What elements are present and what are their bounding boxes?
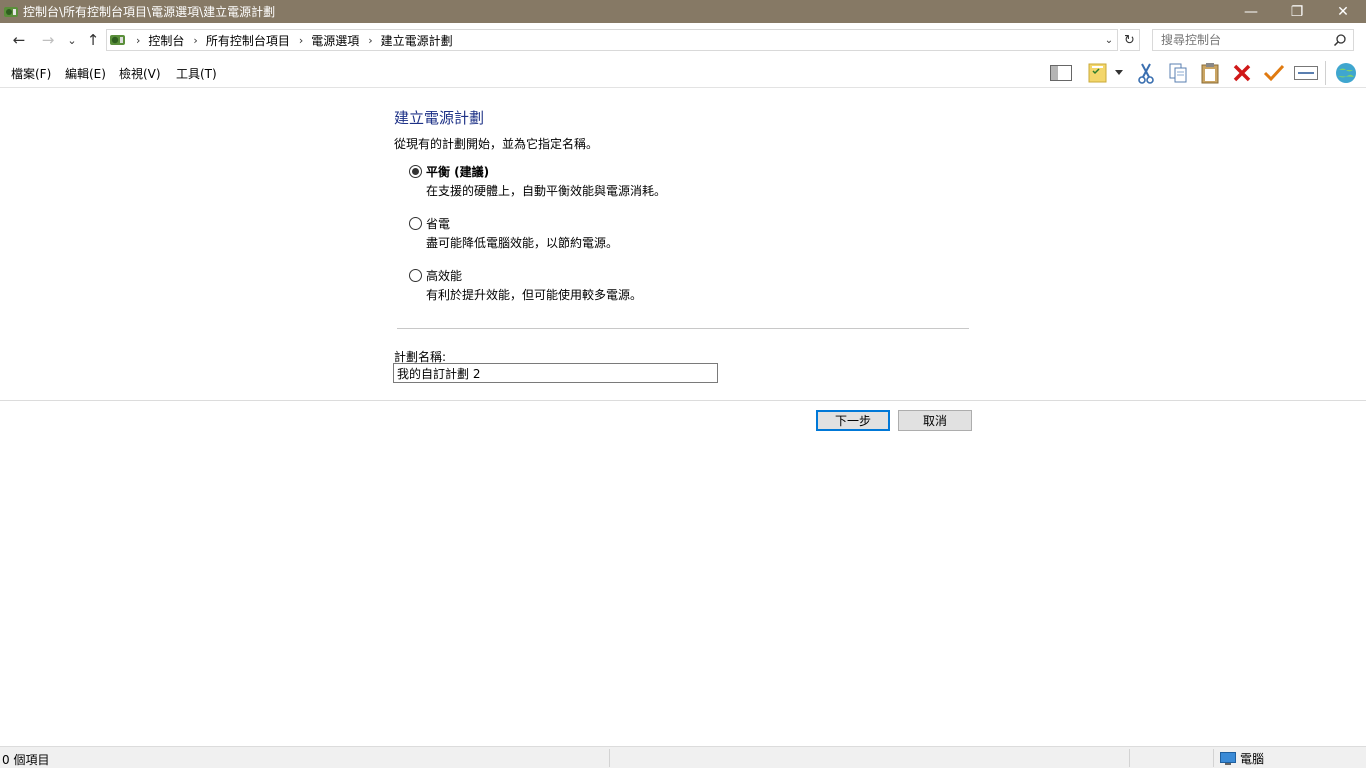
zone-label: 電腦 <box>1240 752 1265 766</box>
back-button[interactable]: ← <box>10 31 28 49</box>
menu-edit[interactable]: 編輯(E) <box>65 65 106 82</box>
globe-icon[interactable] <box>1334 61 1358 85</box>
rename-icon[interactable] <box>1294 61 1318 85</box>
option-label[interactable]: 省電 <box>426 215 450 232</box>
status-bar: 0 個項目 電腦 <box>0 746 1366 768</box>
status-divider <box>1213 749 1214 767</box>
menu-tools[interactable]: 工具(T) <box>176 65 217 82</box>
restore-button[interactable]: ❐ <box>1274 0 1320 23</box>
forward-button[interactable]: → <box>39 31 57 49</box>
option-label[interactable]: 平衡 (建議) <box>426 163 489 180</box>
breadcrumb-separator[interactable]: › <box>136 34 140 47</box>
control-panel-icon <box>110 35 125 45</box>
plan-name-field[interactable] <box>393 363 718 383</box>
item-count: 0 個項目 <box>2 753 50 767</box>
toolbar-divider <box>1325 61 1326 85</box>
breadcrumb-create-plan[interactable]: 建立電源計劃 <box>381 32 453 49</box>
intro-text: 從現有的計劃開始，並為它指定名稱。 <box>394 137 599 151</box>
breadcrumb-separator[interactable]: › <box>299 34 303 47</box>
title-bar: 控制台\所有控制台項目\電源選項\建立電源計劃 — ❐ ✕ <box>0 0 1366 23</box>
breadcrumb-separator[interactable]: › <box>193 34 197 47</box>
breadcrumb-power-options[interactable]: 電源選項 <box>311 32 359 49</box>
search-icon[interactable] <box>1333 33 1347 47</box>
refresh-button[interactable]: ↻ <box>1120 29 1140 51</box>
page-title: 建立電源計劃 <box>394 109 485 127</box>
main-content: 建立電源計劃 從現有的計劃開始，並為它指定名稱。 平衡 (建議) 在支援的硬體上… <box>0 88 1366 746</box>
layout-pane-icon[interactable] <box>1049 61 1073 85</box>
chevron-down-icon[interactable] <box>1112 61 1126 85</box>
breadcrumb-all-items[interactable]: 所有控制台項目 <box>206 32 290 49</box>
control-panel-icon <box>4 6 18 17</box>
option-description: 盡可能降低電腦效能，以節約電源。 <box>426 236 619 250</box>
search-input[interactable] <box>1153 33 1323 47</box>
option-label[interactable]: 高效能 <box>426 267 462 284</box>
menu-bar: 檔案(F) 編輯(E) 檢視(V) 工具(T) <box>0 57 1366 88</box>
window-title: 控制台\所有控制台項目\電源選項\建立電源計劃 <box>23 5 276 19</box>
search-box[interactable] <box>1152 29 1354 51</box>
cancel-button[interactable]: 取消 <box>898 410 972 431</box>
breadcrumb-separator[interactable]: › <box>368 34 372 47</box>
menu-view[interactable]: 檢視(V) <box>119 65 161 82</box>
option-description: 有利於提升效能，但可能使用較多電源。 <box>426 288 643 302</box>
copy-icon[interactable] <box>1166 61 1190 85</box>
section-divider <box>397 328 969 329</box>
radio-balanced[interactable] <box>409 165 422 178</box>
delete-icon[interactable] <box>1230 61 1254 85</box>
close-button[interactable]: ✕ <box>1320 0 1366 23</box>
computer-icon <box>1220 751 1236 765</box>
up-button[interactable]: ↑ <box>84 31 102 49</box>
paste-icon[interactable] <box>1198 61 1222 85</box>
footer-divider <box>0 400 1366 401</box>
cut-icon[interactable] <box>1134 61 1158 85</box>
radio-power-saver[interactable] <box>409 217 422 230</box>
address-dropdown-button[interactable]: ⌄ <box>1101 30 1117 50</box>
properties-icon[interactable] <box>1086 61 1110 85</box>
recent-locations-button[interactable]: ⌄ <box>63 31 81 49</box>
menu-file[interactable]: 檔案(F) <box>11 65 51 82</box>
option-description: 在支援的硬體上，自動平衡效能與電源消耗。 <box>426 184 667 198</box>
navigation-bar: ← → ⌄ ↑ › 控制台 › 所有控制台項目 › 電源選項 › 建立電源計劃 … <box>0 23 1366 57</box>
zone-indicator: 電腦 <box>1220 750 1264 767</box>
address-bar[interactable]: › 控制台 › 所有控制台項目 › 電源選項 › 建立電源計劃 ⌄ <box>106 29 1118 51</box>
breadcrumb-control-panel[interactable]: 控制台 <box>148 32 184 49</box>
minimize-button[interactable]: — <box>1228 0 1274 23</box>
checkmark-icon[interactable] <box>1262 61 1286 85</box>
status-divider <box>1129 749 1130 767</box>
status-divider <box>609 749 610 767</box>
next-button[interactable]: 下一步 <box>816 410 890 431</box>
radio-high-performance[interactable] <box>409 269 422 282</box>
